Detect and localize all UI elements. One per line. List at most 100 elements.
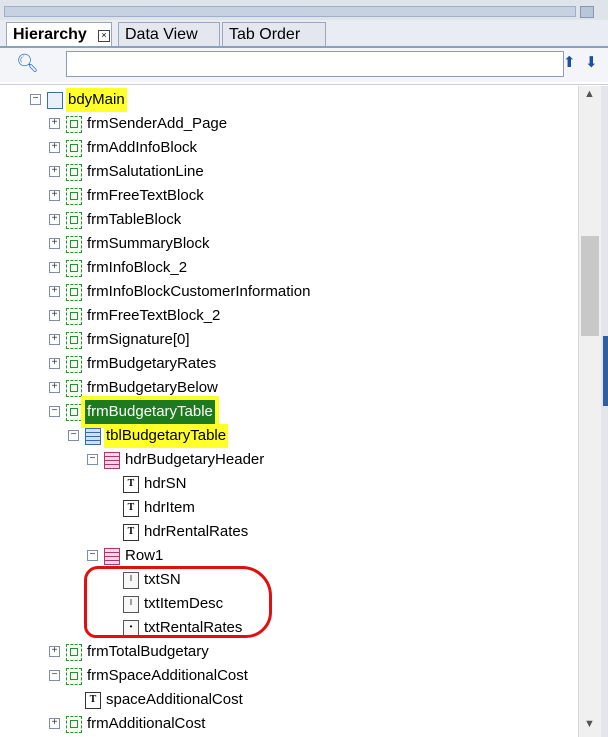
tree-item-label: frmFreeTextBlock_2: [87, 307, 221, 324]
tree-item-label: frmTableBlock: [87, 211, 182, 228]
text-icon: T: [123, 524, 139, 541]
form-icon: [66, 212, 82, 229]
previous-arrow-icon[interactable]: ⬆︎: [563, 53, 576, 71]
tab-data-view-label: Data View: [125, 26, 198, 43]
text-icon: T: [123, 500, 139, 517]
expand-icon[interactable]: +: [49, 166, 60, 177]
right-edge-bar: [601, 86, 608, 737]
tree-item-label: frmInfoBlockCustomerInformation: [87, 283, 311, 300]
tree-item[interactable]: − Row1: [0, 544, 578, 568]
red-annotation-circle: [84, 566, 272, 638]
tab-hierarchy[interactable]: Hierarchy ×: [6, 22, 112, 46]
form-icon: [66, 116, 82, 133]
collapse-icon[interactable]: −: [49, 670, 60, 681]
expand-icon[interactable]: +: [49, 358, 60, 369]
search-row: 🔍︎ ⬆︎ ⬇︎: [0, 48, 608, 82]
vertical-scrollbar[interactable]: ▲ ▼: [578, 86, 601, 737]
expand-icon[interactable]: +: [49, 646, 60, 657]
tree-item-label: frmAddInfoBlock: [87, 139, 198, 156]
tree-item-label: frmSummaryBlock: [87, 235, 210, 252]
row-icon: [104, 548, 120, 565]
form-icon: [66, 236, 82, 253]
search-icon[interactable]: 🔍︎: [16, 53, 39, 74]
tree-item-label: spaceAdditionalCost: [106, 691, 243, 708]
tree-item-label: frmFreeTextBlock: [87, 187, 204, 204]
form-icon: [66, 284, 82, 301]
expand-icon[interactable]: +: [49, 190, 60, 201]
tree-item-label: frmSalutationLine: [87, 163, 204, 180]
tree-item[interactable]: + frmSenderAdd_Page: [0, 112, 578, 136]
tree-item[interactable]: + frmFreeTextBlock_2: [0, 304, 578, 328]
tree-item[interactable]: − bdyMain: [0, 88, 578, 112]
top-strip: [0, 0, 608, 20]
collapse-icon[interactable]: −: [68, 430, 79, 441]
tree-item[interactable]: ThdrRentalRates: [0, 520, 578, 544]
tree-item-label: frmInfoBlock_2: [87, 259, 188, 276]
expand-icon[interactable]: +: [49, 142, 60, 153]
form-icon: [66, 140, 82, 157]
tree-item-label: Row1: [125, 547, 164, 564]
tree-item[interactable]: + frmTableBlock: [0, 208, 578, 232]
tree-item[interactable]: + frmAddInfoBlock: [0, 136, 578, 160]
tree-item[interactable]: ThdrItem: [0, 496, 578, 520]
tree-item[interactable]: + frmTotalBudgetary: [0, 640, 578, 664]
form-icon: [66, 668, 82, 685]
expand-icon[interactable]: +: [49, 310, 60, 321]
tree-item-label: frmSenderAdd_Page: [87, 115, 228, 132]
tab-tab-order-label: Tab Order: [229, 26, 301, 43]
tree-item[interactable]: + frmInfoBlock_2: [0, 256, 578, 280]
form-icon: [66, 380, 82, 397]
collapse-icon[interactable]: −: [30, 94, 41, 105]
expand-icon[interactable]: +: [49, 718, 60, 729]
table-icon: [85, 428, 101, 445]
expand-icon[interactable]: +: [49, 286, 60, 297]
expand-icon[interactable]: +: [49, 262, 60, 273]
tree-item[interactable]: − frmSpaceAdditionalCost: [0, 664, 578, 688]
form-icon: [66, 404, 82, 421]
tree-item[interactable]: + frmAdditionalCost: [0, 712, 578, 736]
tree-item[interactable]: ThdrSN: [0, 472, 578, 496]
tab-data-view[interactable]: Data View: [118, 22, 220, 46]
form-icon: [66, 164, 82, 181]
text-icon: T: [123, 476, 139, 493]
tab-hierarchy-label: Hierarchy: [13, 26, 87, 43]
divider: [0, 84, 608, 85]
tree-item-label: bdyMain: [66, 88, 127, 112]
tree-item[interactable]: − tblBudgetaryTable: [0, 424, 578, 448]
tree-item[interactable]: + frmFreeTextBlock: [0, 184, 578, 208]
close-icon[interactable]: ×: [98, 30, 110, 42]
form-icon: [66, 716, 82, 733]
collapse-icon[interactable]: −: [49, 406, 60, 417]
panel-menu-button[interactable]: [580, 6, 594, 18]
tree-item-label: hdrItem: [144, 499, 195, 516]
tree-item[interactable]: − hdrBudgetaryHeader: [0, 448, 578, 472]
scroll-thumb[interactable]: [581, 236, 599, 336]
collapse-icon[interactable]: −: [87, 550, 98, 561]
expand-icon[interactable]: +: [49, 382, 60, 393]
expand-icon[interactable]: +: [49, 238, 60, 249]
scroll-up-icon[interactable]: ▲: [584, 88, 595, 100]
tree-item[interactable]: + frmSalutationLine: [0, 160, 578, 184]
tree-item[interactable]: TspaceAdditionalCost: [0, 688, 578, 712]
collapse-icon[interactable]: −: [87, 454, 98, 465]
tree-item[interactable]: − frmBudgetaryTable: [0, 396, 578, 428]
expand-icon[interactable]: +: [49, 334, 60, 345]
expand-icon[interactable]: +: [49, 118, 60, 129]
scroll-down-icon[interactable]: ▼: [584, 718, 595, 730]
header-row-icon: [104, 452, 120, 469]
tree-item[interactable]: + frmBudgetaryRates: [0, 352, 578, 376]
form-icon: [66, 356, 82, 373]
tab-tab-order[interactable]: Tab Order: [222, 22, 326, 46]
tree-item[interactable]: + frmSignature[0]: [0, 328, 578, 352]
tree-item-label: tblBudgetaryTable: [104, 424, 229, 448]
expand-icon[interactable]: +: [49, 214, 60, 225]
tree-item[interactable]: + frmSummaryBlock: [0, 232, 578, 256]
tree-item[interactable]: + frmBudgetaryBelow: [0, 376, 578, 400]
tree-item[interactable]: + frmInfoBlockCustomerInformation: [0, 280, 578, 304]
page-icon: [47, 92, 63, 109]
next-arrow-icon[interactable]: ⬇︎: [585, 53, 598, 71]
search-input[interactable]: [66, 51, 564, 77]
tree-item-label: hdrBudgetaryHeader: [125, 451, 265, 468]
form-icon: [66, 308, 82, 325]
tree-item-label: hdrRentalRates: [144, 523, 249, 540]
